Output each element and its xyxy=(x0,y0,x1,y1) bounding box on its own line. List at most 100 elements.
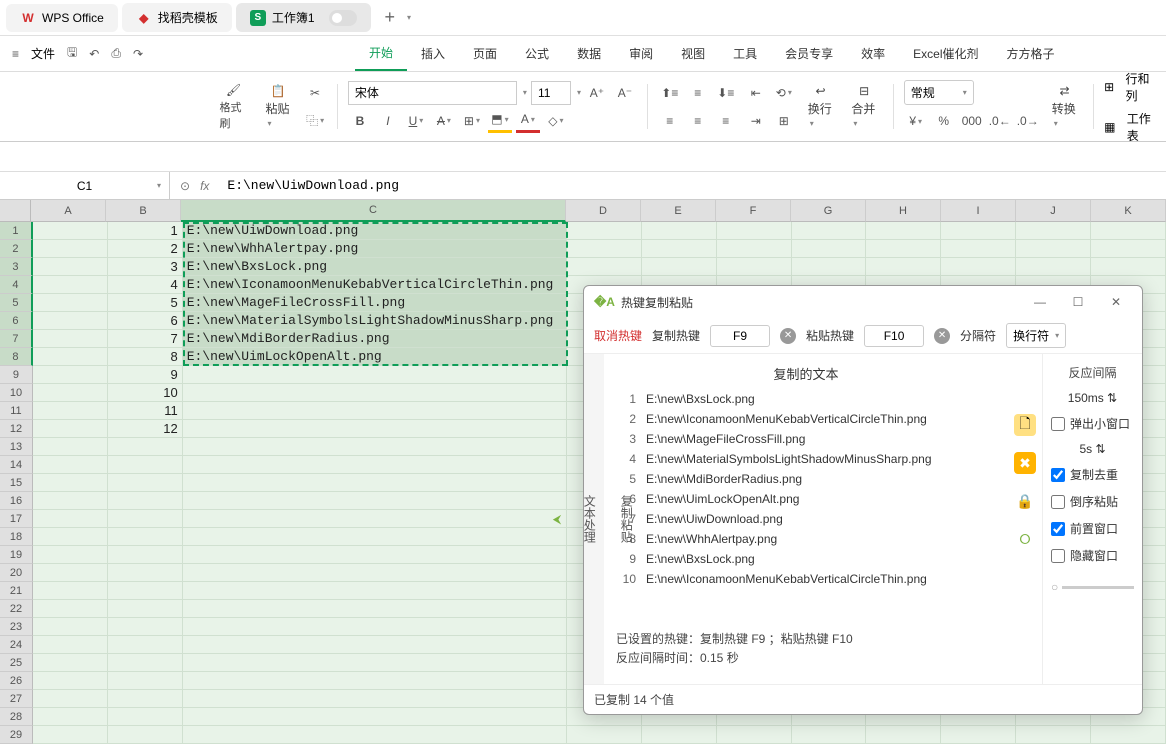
menu-tab-7[interactable]: 工具 xyxy=(719,36,771,71)
row-header[interactable]: 14 xyxy=(0,456,33,474)
row-header[interactable]: 10 xyxy=(0,384,33,402)
cell[interactable] xyxy=(183,636,567,654)
col-header-H[interactable]: H xyxy=(866,200,941,222)
cancel-hotkey-button[interactable]: 取消热键 xyxy=(594,327,642,344)
copy-hotkey-input[interactable] xyxy=(710,325,770,347)
cell[interactable] xyxy=(108,546,183,564)
cell[interactable] xyxy=(33,276,108,294)
underline-button[interactable]: U▾ xyxy=(404,109,428,133)
cell[interactable]: 7 xyxy=(108,330,183,348)
row-header[interactable]: 16 xyxy=(0,492,33,510)
row-header[interactable]: 25 xyxy=(0,654,33,672)
separator-select[interactable]: 换行符▾ xyxy=(1006,323,1066,348)
minimize-button[interactable]: — xyxy=(1024,290,1056,314)
row-header[interactable]: 11 xyxy=(0,402,33,420)
col-header-A[interactable]: A xyxy=(31,200,106,222)
interval-stepper[interactable]: ⇅ xyxy=(1107,391,1117,405)
cell[interactable] xyxy=(717,240,792,258)
tab-template[interactable]: ◆ 找稻壳模板 xyxy=(122,3,232,32)
cell[interactable] xyxy=(33,294,108,312)
side-collapse-icon[interactable]: ⮜ xyxy=(553,512,562,527)
cell[interactable]: E:\new\MageFileCrossFill.png xyxy=(183,294,567,312)
cell[interactable] xyxy=(183,456,567,474)
cell[interactable] xyxy=(717,726,792,744)
row-header[interactable]: 22 xyxy=(0,600,33,618)
tab-toggle[interactable] xyxy=(329,10,357,26)
col-header-E[interactable]: E xyxy=(641,200,716,222)
font-size-select[interactable] xyxy=(531,81,571,105)
cell[interactable] xyxy=(33,582,108,600)
cell[interactable]: E:\new\WhhAlertpay.png xyxy=(183,240,567,258)
cell[interactable] xyxy=(108,708,183,726)
cell[interactable] xyxy=(183,654,567,672)
row-header[interactable]: 9 xyxy=(0,366,33,384)
cell[interactable] xyxy=(567,726,642,744)
close-button[interactable]: ✕ xyxy=(1100,290,1132,314)
file-menu[interactable]: 文件 xyxy=(31,45,55,62)
merge-button[interactable]: ⊟ 合并▾ xyxy=(845,80,883,133)
cell[interactable] xyxy=(717,222,792,240)
tab-wps[interactable]: W WPS Office xyxy=(6,4,118,32)
bold-button[interactable]: B xyxy=(348,109,372,133)
percent-icon[interactable]: % xyxy=(932,109,956,133)
copied-list[interactable]: 1E:\new\BxsLock.png2E:\new\IconamoonMenu… xyxy=(614,389,998,624)
cell[interactable] xyxy=(183,510,567,528)
cell[interactable] xyxy=(108,564,183,582)
cell[interactable] xyxy=(183,546,567,564)
cell[interactable] xyxy=(33,654,108,672)
cell[interactable] xyxy=(642,222,717,240)
cell[interactable] xyxy=(33,456,108,474)
cell[interactable]: 11 xyxy=(108,402,183,420)
comma-icon[interactable]: 000 xyxy=(960,109,984,133)
clear-format-button[interactable]: ◇▾ xyxy=(544,109,568,133)
row-header[interactable]: 8 xyxy=(0,348,33,366)
cell[interactable] xyxy=(941,258,1016,276)
cell[interactable] xyxy=(1016,240,1091,258)
decimal-inc-icon[interactable]: .0← xyxy=(988,109,1012,133)
cell[interactable] xyxy=(183,492,567,510)
decrease-font-icon[interactable]: A⁻ xyxy=(613,81,637,105)
cell[interactable]: E:\new\UiwDownload.png xyxy=(183,222,567,240)
cell[interactable]: 3 xyxy=(108,258,183,276)
cell[interactable]: E:\new\MaterialSymbolsLightShadowMinusSh… xyxy=(183,312,567,330)
note-icon[interactable]: 🗋 xyxy=(1014,414,1036,436)
cell[interactable]: 10 xyxy=(108,384,183,402)
row-header[interactable]: 29 xyxy=(0,726,33,744)
list-item[interactable]: 5E:\new\MdiBorderRadius.png xyxy=(614,469,998,489)
cell[interactable] xyxy=(183,618,567,636)
col-header-B[interactable]: B xyxy=(106,200,181,222)
cell[interactable] xyxy=(33,546,108,564)
cell[interactable] xyxy=(33,600,108,618)
wrap-button[interactable]: ↩ 换行▾ xyxy=(802,80,840,133)
hamburger-icon[interactable]: ≡ xyxy=(12,47,19,61)
cell[interactable] xyxy=(33,402,108,420)
add-tab-button[interactable]: + xyxy=(375,7,406,28)
cell[interactable] xyxy=(108,726,183,744)
row-header[interactable]: 27 xyxy=(0,690,33,708)
row-header[interactable]: 1 xyxy=(0,222,33,240)
cell[interactable] xyxy=(33,672,108,690)
hide-checkbox[interactable]: 隐藏窗口 xyxy=(1051,547,1134,564)
col-header-G[interactable]: G xyxy=(791,200,866,222)
cell[interactable] xyxy=(33,240,108,258)
popup-stepper[interactable]: ⇅ xyxy=(1095,442,1105,456)
row-header[interactable]: 5 xyxy=(0,294,33,312)
cell[interactable]: 8 xyxy=(108,348,183,366)
col-header-C[interactable]: C xyxy=(181,200,566,222)
list-item[interactable]: 3E:\new\MageFileCrossFill.png xyxy=(614,429,998,449)
cell[interactable] xyxy=(108,582,183,600)
cell[interactable] xyxy=(183,366,567,384)
cell[interactable] xyxy=(33,492,108,510)
cell[interactable] xyxy=(33,438,108,456)
cell[interactable]: 6 xyxy=(108,312,183,330)
menu-tab-3[interactable]: 公式 xyxy=(511,36,563,71)
cell[interactable] xyxy=(642,258,717,276)
align-center-icon[interactable]: ≡ xyxy=(686,109,710,133)
cell[interactable] xyxy=(33,510,108,528)
dedupe-checkbox[interactable]: 复制去重 xyxy=(1051,466,1134,483)
cell[interactable] xyxy=(183,690,567,708)
popup-checkbox[interactable]: 弹出小窗口 xyxy=(1051,415,1134,432)
row-header[interactable]: 4 xyxy=(0,276,33,294)
cell[interactable]: 5 xyxy=(108,294,183,312)
cell[interactable] xyxy=(33,222,108,240)
